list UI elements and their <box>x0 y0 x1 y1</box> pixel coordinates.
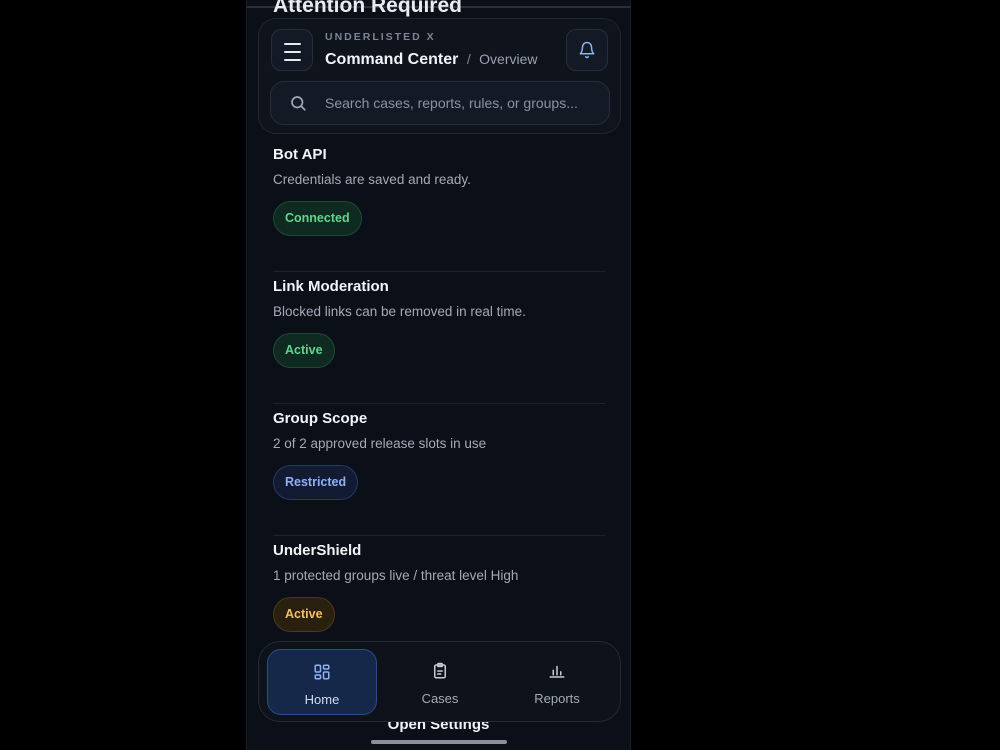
tab-home[interactable]: Home <box>267 649 377 715</box>
tab-reports[interactable]: Reports <box>502 649 612 715</box>
bell-icon <box>579 41 595 59</box>
grid-icon <box>314 664 330 680</box>
status-badge: Connected <box>273 201 362 236</box>
item-name: UnderShield <box>273 542 362 559</box>
search-input[interactable]: Search cases, reports, rules, or groups.… <box>270 81 610 125</box>
item-name: Link Moderation <box>273 278 389 295</box>
header-card: UNDERLISTED X Command Center / Overview … <box>258 18 621 134</box>
item-description: Blocked links can be removed in real tim… <box>273 304 526 319</box>
tab-label: Reports <box>534 691 580 706</box>
breadcrumb: Command Center / Overview <box>325 51 538 69</box>
bar-chart-icon <box>549 665 565 678</box>
tab-label: Home <box>304 692 340 707</box>
list-item-link-moderation[interactable]: Link Moderation Blocked links can be rem… <box>273 272 605 404</box>
menu-icon-bar <box>284 43 301 45</box>
item-name: Bot API <box>273 146 327 163</box>
notifications-button[interactable] <box>566 29 608 71</box>
item-description: 1 protected groups live / threat level H… <box>273 568 519 583</box>
breadcrumb-separator: / <box>466 51 471 67</box>
list-item-bot-api[interactable]: Bot API Credentials are saved and ready.… <box>273 140 605 272</box>
breadcrumb-current: Overview <box>479 51 538 67</box>
bottom-tab-bar: Home Cases Reports <box>258 641 621 722</box>
section-title-behind: Attention Required <box>273 0 462 17</box>
menu-button[interactable] <box>271 29 313 71</box>
page-title: Command Center <box>325 51 459 68</box>
status-list: Bot API Credentials are saved and ready.… <box>273 140 605 668</box>
brand-label: UNDERLISTED X <box>325 31 436 43</box>
status-badge: Active <box>273 333 335 368</box>
phone-screen: Attention Required UNDERLISTED X Command… <box>246 0 631 750</box>
item-description: 2 of 2 approved release slots in use <box>273 436 487 451</box>
status-badge: Active <box>273 597 335 632</box>
item-description: Credentials are saved and ready. <box>273 172 471 187</box>
tab-cases[interactable]: Cases <box>385 649 495 715</box>
tab-label: Cases <box>421 691 459 706</box>
status-badge: Restricted <box>273 465 359 500</box>
list-item-group-scope[interactable]: Group Scope 2 of 2 approved release slot… <box>273 404 605 536</box>
menu-icon-bar <box>284 59 301 61</box>
clipboard-icon <box>434 662 446 679</box>
menu-icon-bar <box>284 51 301 53</box>
search-placeholder: Search cases, reports, rules, or groups.… <box>325 95 578 111</box>
home-indicator[interactable] <box>371 740 507 744</box>
item-name: Group Scope <box>273 410 368 427</box>
search-icon <box>291 96 306 111</box>
